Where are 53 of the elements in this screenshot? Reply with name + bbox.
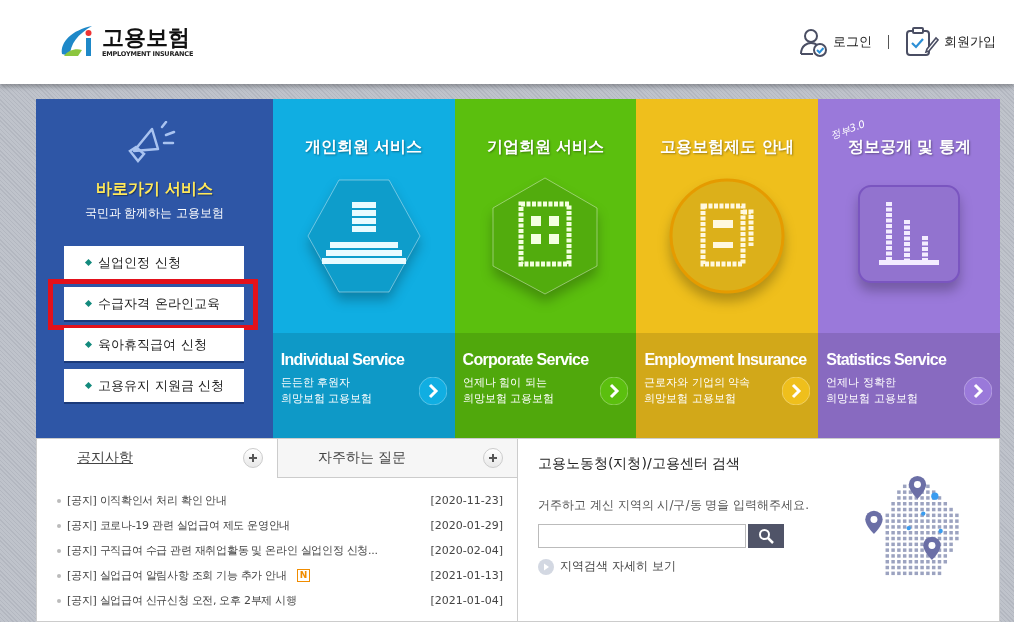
tile-english-title: Statistics Service (826, 351, 948, 369)
tile-title: 개인회원 서비스 (304, 137, 423, 156)
notice-date: [2020-11-23] (430, 494, 503, 507)
quick-link[interactable]: 실업인정 신청 (64, 246, 245, 279)
person-check-icon (798, 27, 828, 57)
play-circle-icon (538, 558, 554, 575)
tile-description: 든든한 후원자 희망보험 고용보험 (280, 375, 373, 407)
quick-service-subtitle: 국민과 함께하는 고용보험 (84, 205, 225, 222)
bullet-icon (57, 573, 61, 578)
region-detail-link[interactable]: 지역검색 자세히 보기 (538, 558, 809, 575)
diamond-bullet-icon (85, 340, 93, 349)
notice-link[interactable]: [공지] 구직급여 수급 관련 재취업활동 및 온라인 실업인정 신청... (67, 543, 378, 558)
notice-date: [2021-01-04] (430, 594, 503, 607)
notice-link[interactable]: [공지] 실업급여 신규신청 오전, 오후 2부제 시행 (67, 593, 297, 608)
diamond-bullet-icon (85, 381, 93, 390)
tile-title: 고용보험제도 안내 (660, 137, 795, 156)
region-input-field[interactable] (538, 524, 746, 548)
bullet-icon (57, 523, 61, 528)
tile-english-title: Corporate Service (462, 351, 590, 369)
tile-description: 언제나 힘이 되는 희망보험 고용보험 (462, 375, 555, 407)
notice-link[interactable]: [공지] 코로나-19 관련 실업급여 제도 운영안내 (67, 518, 290, 533)
notice-link[interactable]: [공지] 실업급여 알림사항 조회 기능 추가 안내 (67, 568, 287, 583)
bullet-icon (57, 548, 61, 553)
notice-date: [2020-02-04] (430, 544, 503, 557)
quick-service-title: 바로가기 서비스 (95, 179, 214, 200)
search-icon (758, 528, 774, 544)
tile-english-title: Individual Service (280, 351, 406, 369)
new-badge: N (296, 569, 311, 582)
bullet-icon (57, 598, 61, 603)
quick-link[interactable]: 고용유지 지원금 신청 (64, 369, 245, 402)
login-link[interactable]: 로그인 (798, 27, 872, 57)
quick-link[interactable]: 수급자격 온라인교육 (64, 287, 245, 320)
search-button[interactable] (748, 524, 784, 548)
clipboard-check-icon (905, 27, 939, 57)
more-plus-icon[interactable] (242, 448, 263, 468)
board-tab[interactable]: 자주하는 질문 (276, 439, 517, 478)
tile-english-title: Employment Insurance (644, 351, 808, 369)
logo-title: 고용보험 (102, 26, 191, 50)
bullet-icon (57, 498, 61, 503)
diamond-bullet-icon (85, 258, 93, 267)
quick-link[interactable]: 육아휴직급여 신청 (64, 328, 245, 361)
diamond-bullet-icon (85, 299, 93, 308)
tile-description: 언제나 정확한 희망보험 고용보험 (826, 375, 918, 407)
signup-link[interactable]: 회원가입 (905, 27, 996, 57)
notice-date: [2021-01-13] (430, 569, 503, 582)
office-search-title: 고용노동청(지청)/고용센터 검색 (538, 455, 742, 473)
tile-description: 근로자와 기업의 약속 희망보험 고용보험 (644, 375, 751, 407)
tile-title: 정보공개 및 통계 (847, 137, 971, 156)
tile-title: 기업회원 서비스 (486, 137, 605, 156)
notice-date: [2020-01-29] (430, 519, 503, 532)
notice-link[interactable]: [공지] 이직확인서 처리 확인 안내 (67, 493, 227, 508)
office-search-prompt: 거주하고 계신 지역의 시/구/동 명을 입력해주세요. (538, 497, 809, 514)
more-plus-icon[interactable] (483, 448, 503, 468)
